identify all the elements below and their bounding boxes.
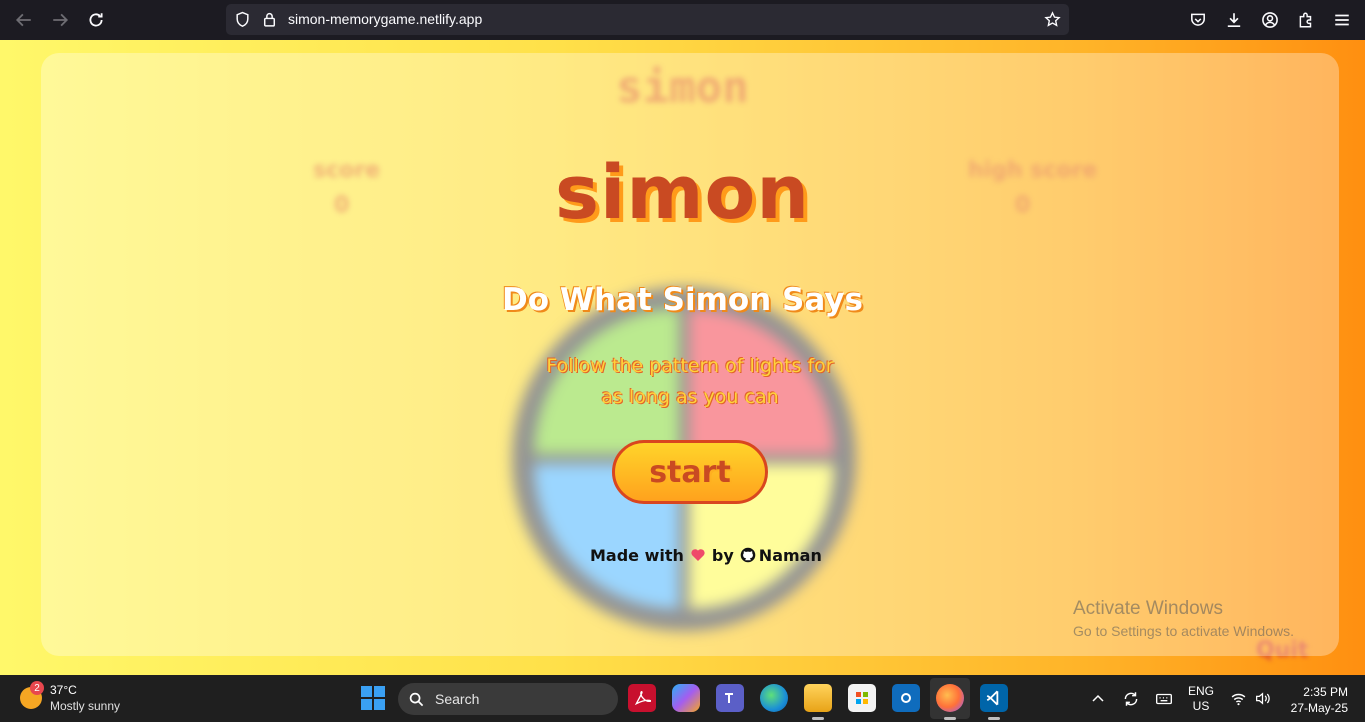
description-line-1: Follow the pattern of lights for: [546, 355, 834, 377]
pocket-icon: [1191, 13, 1205, 26]
teams-logo-icon: [725, 693, 733, 703]
wifi-icon[interactable]: [1230, 690, 1247, 707]
copilot-app-icon[interactable]: [672, 684, 700, 712]
credit-by: by: [711, 545, 734, 565]
system-clock[interactable]: 2:35 PM 27-May-25: [1286, 684, 1348, 716]
modal-description: Follow the pattern of lights for as long…: [540, 351, 840, 413]
keyboard-icon[interactable]: [1155, 690, 1173, 708]
bookmark-star-icon[interactable]: [1044, 11, 1061, 28]
search-icon: [409, 692, 424, 707]
store-logo-icon: [856, 692, 868, 704]
account-button[interactable]: [1256, 6, 1284, 34]
firefox-app-icon[interactable]: [936, 684, 964, 720]
watermark-line-1: Activate Windows: [1073, 598, 1223, 619]
outlook-app-icon[interactable]: [892, 684, 920, 712]
url-text[interactable]: simon-memorygame.netlify.app: [288, 11, 482, 27]
modal-title: simon: [554, 150, 811, 236]
arrow-right-icon: [53, 13, 69, 27]
account-icon: [1262, 12, 1278, 28]
downloads-button[interactable]: [1220, 6, 1248, 34]
description-line-2: as long as you can: [601, 386, 779, 408]
credit-prefix: Made with: [590, 545, 684, 565]
shield-icon[interactable]: [234, 11, 251, 28]
arrow-left-icon: [15, 13, 31, 27]
hamburger-menu-icon: [1335, 14, 1349, 26]
language-code: ENG: [1188, 684, 1215, 698]
watermark-line-2: Go to Settings to activate Windows.: [1073, 623, 1294, 639]
clock-date: 27-May-25: [1290, 701, 1348, 715]
reload-button[interactable]: [82, 6, 110, 34]
teams-app-icon[interactable]: [716, 684, 744, 712]
windows-taskbar: 2 37°C Mostly sunny Search ENG US 2:35 P…: [0, 675, 1365, 722]
address-bar[interactable]: simon-memorygame.netlify.app: [226, 4, 1069, 35]
lock-icon[interactable]: [261, 11, 278, 28]
file-explorer-app-icon[interactable]: [804, 684, 832, 720]
extensions-button[interactable]: [1292, 6, 1320, 34]
sync-icon[interactable]: [1122, 690, 1140, 708]
edge-app-icon[interactable]: [760, 684, 788, 712]
language-indicator[interactable]: ENG US: [1188, 684, 1214, 714]
taskbar-search[interactable]: Search: [398, 683, 618, 715]
start-button[interactable]: start: [612, 440, 768, 504]
clock-time: 2:35 PM: [1303, 685, 1348, 699]
modal-subtitle: Do What Simon Says: [502, 282, 863, 318]
activate-windows-watermark: Activate Windows Go to Settings to activ…: [1073, 598, 1294, 639]
windows-start-button[interactable]: [361, 686, 385, 710]
language-region: US: [1192, 699, 1210, 713]
menu-button[interactable]: [1328, 6, 1356, 34]
weather-temp: 37°C: [50, 683, 77, 697]
windows-logo-tile: [361, 686, 372, 697]
game-page: simon score 0 high score 0 Quit simon Do…: [0, 40, 1365, 675]
microsoft-store-app-icon[interactable]: [848, 684, 876, 712]
heart-icon: [691, 549, 705, 561]
credit-author[interactable]: Naman: [759, 546, 822, 565]
credits: Made with by Naman: [590, 544, 822, 566]
weather-badge: 2: [30, 681, 44, 695]
search-placeholder: Search: [435, 691, 480, 707]
download-icon: [1227, 13, 1241, 28]
vscode-logo-icon: [986, 690, 999, 706]
weather-condition: Mostly sunny: [50, 699, 121, 713]
windows-logo-tile: [374, 699, 385, 710]
acrobat-app-icon[interactable]: [628, 684, 656, 712]
browser-toolbar: simon-memorygame.netlify.app: [0, 0, 1365, 40]
windows-logo-tile: [374, 686, 385, 697]
github-icon[interactable]: [740, 547, 756, 563]
forward-button[interactable]: [46, 6, 74, 34]
chevron-up-icon[interactable]: [1090, 690, 1106, 706]
puzzle-icon: [1299, 12, 1312, 28]
outlook-logo-icon: [901, 693, 911, 703]
windows-logo-tile: [361, 699, 372, 710]
vscode-app-icon[interactable]: [980, 684, 1008, 720]
reload-icon: [89, 13, 103, 27]
volume-icon[interactable]: [1254, 690, 1271, 707]
back-button[interactable]: [10, 6, 38, 34]
acrobat-logo-icon: [634, 690, 651, 706]
pocket-button[interactable]: [1184, 6, 1212, 34]
